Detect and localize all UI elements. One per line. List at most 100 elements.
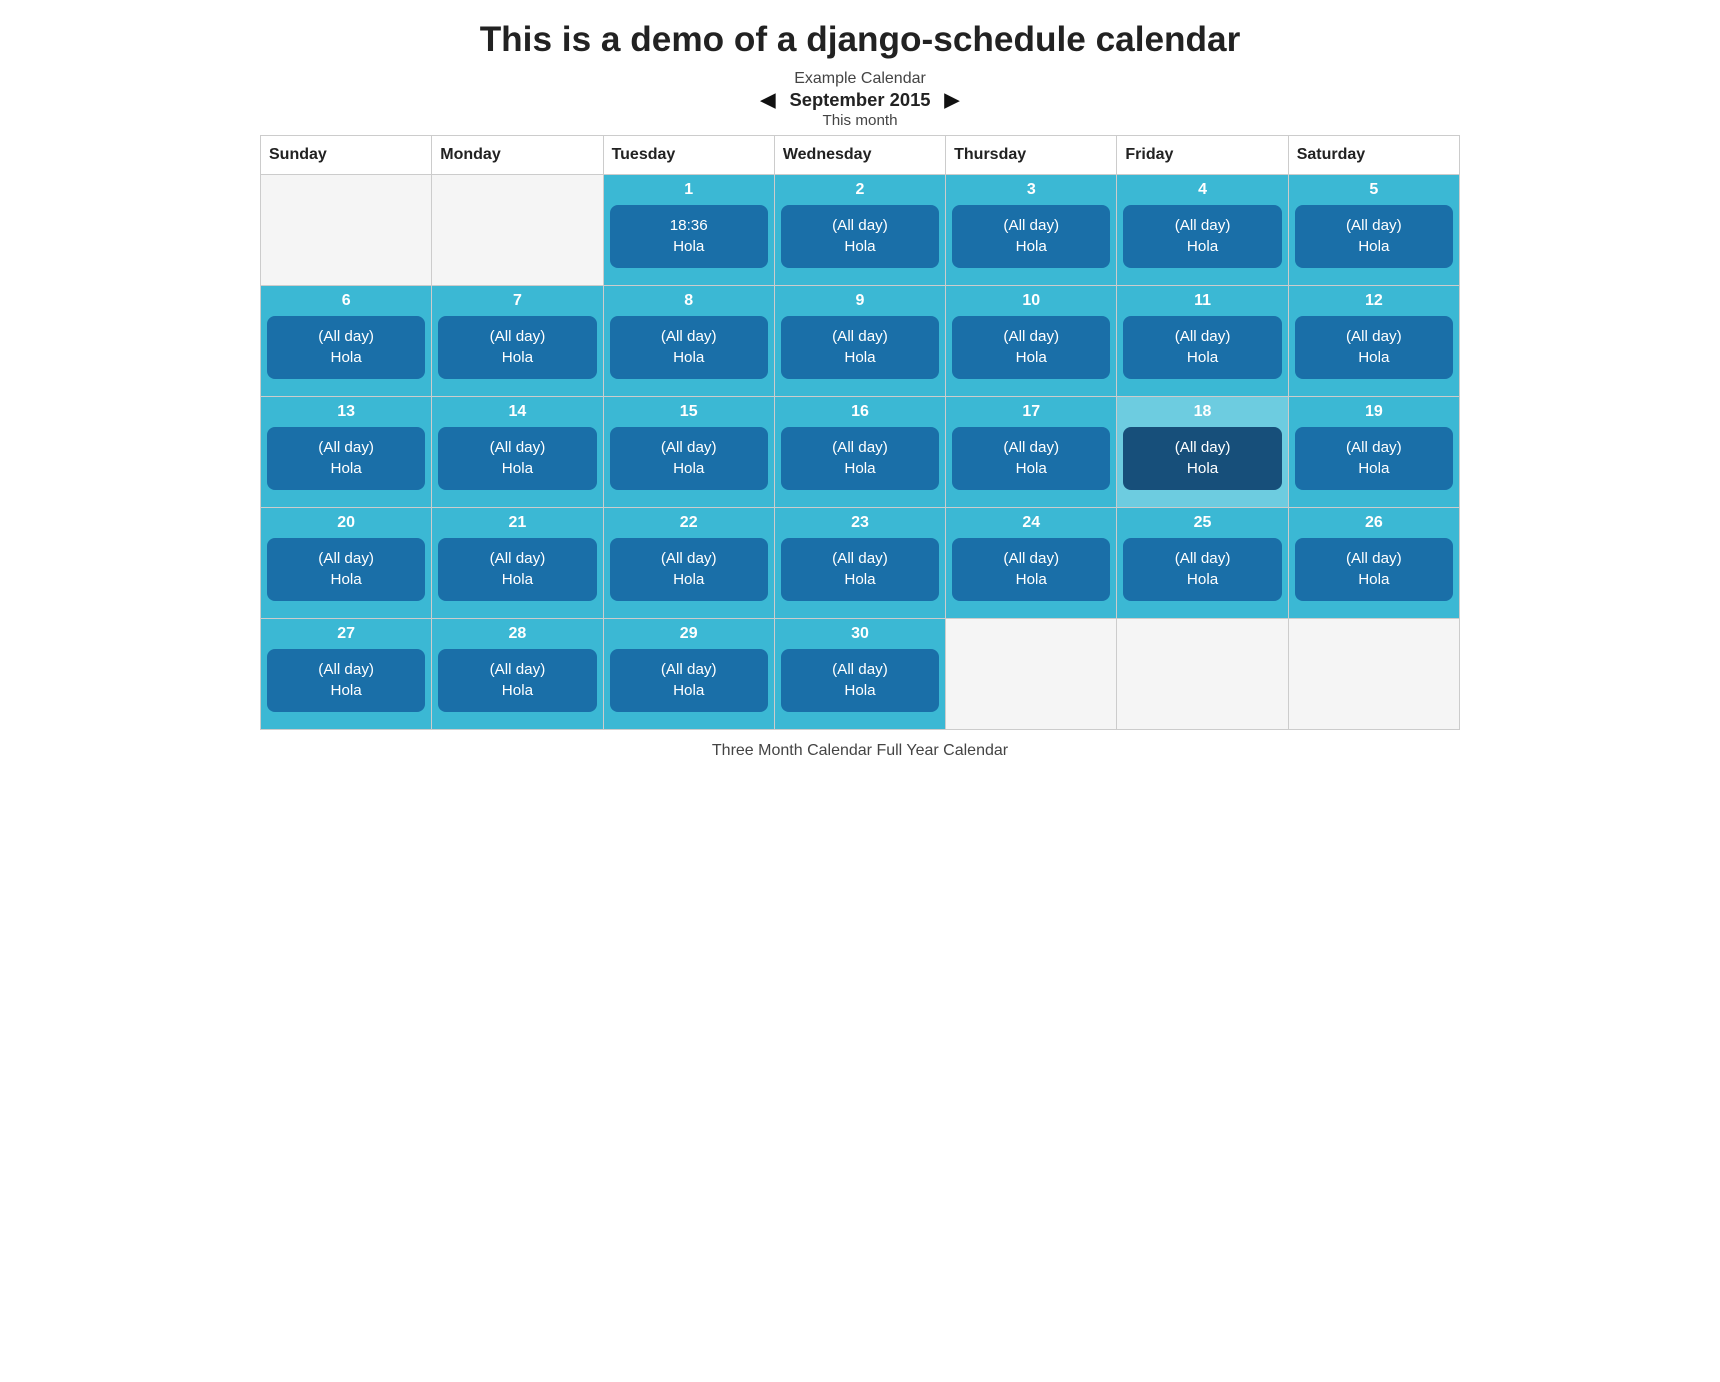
event-block[interactable]: (All day)Hola bbox=[267, 538, 425, 601]
day-cell[interactable]: 2(All day)Hola bbox=[775, 175, 945, 285]
calendar-cell[interactable] bbox=[432, 175, 603, 286]
calendar-cell[interactable]: 28(All day)Hola bbox=[432, 619, 603, 730]
next-month-button[interactable]: ▶ bbox=[945, 88, 960, 112]
full-year-link[interactable]: Full Year Calendar bbox=[876, 742, 1008, 759]
day-cell[interactable]: 27(All day)Hola bbox=[261, 619, 431, 729]
calendar-cell[interactable]: 20(All day)Hola bbox=[261, 508, 432, 619]
day-cell[interactable]: 24(All day)Hola bbox=[946, 508, 1116, 618]
event-block[interactable]: 18:36Hola bbox=[610, 205, 768, 268]
event-block[interactable]: (All day)Hola bbox=[1295, 427, 1453, 490]
day-cell[interactable]: 29(All day)Hola bbox=[604, 619, 774, 729]
calendar-cell[interactable]: 118:36Hola bbox=[603, 175, 774, 286]
event-block[interactable]: (All day)Hola bbox=[438, 538, 596, 601]
day-cell[interactable]: 6(All day)Hola bbox=[261, 286, 431, 396]
event-block[interactable]: (All day)Hola bbox=[610, 538, 768, 601]
calendar-cell[interactable]: 22(All day)Hola bbox=[603, 508, 774, 619]
day-cell[interactable]: 18(All day)Hola bbox=[1117, 397, 1287, 507]
event-block[interactable]: (All day)Hola bbox=[267, 427, 425, 490]
calendar-cell[interactable]: 5(All day)Hola bbox=[1288, 175, 1459, 286]
event-block[interactable]: (All day)Hola bbox=[952, 316, 1110, 379]
this-month-link[interactable]: This month bbox=[260, 112, 1460, 129]
day-cell[interactable]: 15(All day)Hola bbox=[604, 397, 774, 507]
event-block[interactable]: (All day)Hola bbox=[610, 427, 768, 490]
day-cell[interactable]: 118:36Hola bbox=[604, 175, 774, 285]
day-cell[interactable]: 8(All day)Hola bbox=[604, 286, 774, 396]
event-block[interactable]: (All day)Hola bbox=[952, 427, 1110, 490]
calendar-cell[interactable]: 26(All day)Hola bbox=[1288, 508, 1459, 619]
day-cell[interactable]: 25(All day)Hola bbox=[1117, 508, 1287, 618]
event-block[interactable]: (All day)Hola bbox=[781, 538, 939, 601]
calendar-cell[interactable]: 11(All day)Hola bbox=[1117, 286, 1288, 397]
calendar-cell[interactable]: 7(All day)Hola bbox=[432, 286, 603, 397]
calendar-cell[interactable]: 12(All day)Hola bbox=[1288, 286, 1459, 397]
day-cell[interactable]: 9(All day)Hola bbox=[775, 286, 945, 396]
event-block[interactable]: (All day)Hola bbox=[1295, 205, 1453, 268]
day-cell[interactable]: 30(All day)Hola bbox=[775, 619, 945, 729]
day-cell[interactable]: 3(All day)Hola bbox=[946, 175, 1116, 285]
day-cell[interactable]: 20(All day)Hola bbox=[261, 508, 431, 618]
calendar-cell[interactable]: 3(All day)Hola bbox=[946, 175, 1117, 286]
event-block[interactable]: (All day)Hola bbox=[781, 427, 939, 490]
day-cell[interactable]: 13(All day)Hola bbox=[261, 397, 431, 507]
event-block[interactable]: (All day)Hola bbox=[438, 316, 596, 379]
day-cell[interactable]: 22(All day)Hola bbox=[604, 508, 774, 618]
calendar-cell[interactable] bbox=[261, 175, 432, 286]
event-block[interactable]: (All day)Hola bbox=[1123, 316, 1281, 379]
event-block[interactable]: (All day)Hola bbox=[952, 538, 1110, 601]
calendar-cell[interactable]: 13(All day)Hola bbox=[261, 397, 432, 508]
three-month-link[interactable]: Three Month Calendar bbox=[712, 742, 872, 759]
calendar-cell[interactable]: 9(All day)Hola bbox=[774, 286, 945, 397]
day-cell[interactable]: 21(All day)Hola bbox=[432, 508, 602, 618]
day-cell[interactable]: 26(All day)Hola bbox=[1289, 508, 1459, 618]
event-block[interactable]: (All day)Hola bbox=[1123, 538, 1281, 601]
calendar-cell[interactable] bbox=[1117, 619, 1288, 730]
event-block[interactable]: (All day)Hola bbox=[1123, 205, 1281, 268]
calendar-cell[interactable]: 14(All day)Hola bbox=[432, 397, 603, 508]
event-block[interactable]: (All day)Hola bbox=[1123, 427, 1281, 490]
calendar-cell[interactable]: 16(All day)Hola bbox=[774, 397, 945, 508]
calendar-cell[interactable]: 4(All day)Hola bbox=[1117, 175, 1288, 286]
prev-month-button[interactable]: ◀ bbox=[761, 88, 776, 112]
calendar-cell[interactable]: 19(All day)Hola bbox=[1288, 397, 1459, 508]
calendar-cell[interactable]: 17(All day)Hola bbox=[946, 397, 1117, 508]
calendar-cell[interactable]: 25(All day)Hola bbox=[1117, 508, 1288, 619]
day-cell[interactable]: 7(All day)Hola bbox=[432, 286, 602, 396]
calendar-cell[interactable]: 29(All day)Hola bbox=[603, 619, 774, 730]
event-block[interactable]: (All day)Hola bbox=[438, 649, 596, 712]
event-block[interactable]: (All day)Hola bbox=[781, 205, 939, 268]
day-cell[interactable]: 16(All day)Hola bbox=[775, 397, 945, 507]
calendar-cell[interactable]: 8(All day)Hola bbox=[603, 286, 774, 397]
calendar-cell[interactable]: 27(All day)Hola bbox=[261, 619, 432, 730]
day-cell[interactable]: 4(All day)Hola bbox=[1117, 175, 1287, 285]
day-cell[interactable]: 14(All day)Hola bbox=[432, 397, 602, 507]
calendar-cell[interactable]: 15(All day)Hola bbox=[603, 397, 774, 508]
event-block[interactable]: (All day)Hola bbox=[1295, 538, 1453, 601]
event-block[interactable]: (All day)Hola bbox=[781, 316, 939, 379]
calendar-cell[interactable]: 24(All day)Hola bbox=[946, 508, 1117, 619]
event-block[interactable]: (All day)Hola bbox=[1295, 316, 1453, 379]
event-block[interactable]: (All day)Hola bbox=[610, 649, 768, 712]
calendar-cell[interactable]: 10(All day)Hola bbox=[946, 286, 1117, 397]
day-cell[interactable]: 17(All day)Hola bbox=[946, 397, 1116, 507]
event-block[interactable]: (All day)Hola bbox=[952, 205, 1110, 268]
day-cell[interactable]: 5(All day)Hola bbox=[1289, 175, 1459, 285]
day-cell[interactable]: 10(All day)Hola bbox=[946, 286, 1116, 396]
event-block[interactable]: (All day)Hola bbox=[781, 649, 939, 712]
day-cell[interactable]: 23(All day)Hola bbox=[775, 508, 945, 618]
calendar-cell[interactable] bbox=[1288, 619, 1459, 730]
event-block[interactable]: (All day)Hola bbox=[610, 316, 768, 379]
event-block[interactable]: (All day)Hola bbox=[438, 427, 596, 490]
calendar-cell[interactable]: 21(All day)Hola bbox=[432, 508, 603, 619]
calendar-cell[interactable]: 2(All day)Hola bbox=[774, 175, 945, 286]
calendar-cell[interactable]: 6(All day)Hola bbox=[261, 286, 432, 397]
calendar-cell[interactable]: 18(All day)Hola bbox=[1117, 397, 1288, 508]
calendar-cell[interactable]: 30(All day)Hola bbox=[774, 619, 945, 730]
day-cell[interactable]: 19(All day)Hola bbox=[1289, 397, 1459, 507]
event-block[interactable]: (All day)Hola bbox=[267, 316, 425, 379]
day-cell[interactable]: 11(All day)Hola bbox=[1117, 286, 1287, 396]
calendar-cell[interactable]: 23(All day)Hola bbox=[774, 508, 945, 619]
calendar-cell[interactable] bbox=[946, 619, 1117, 730]
day-cell[interactable]: 28(All day)Hola bbox=[432, 619, 602, 729]
event-block[interactable]: (All day)Hola bbox=[267, 649, 425, 712]
day-cell[interactable]: 12(All day)Hola bbox=[1289, 286, 1459, 396]
